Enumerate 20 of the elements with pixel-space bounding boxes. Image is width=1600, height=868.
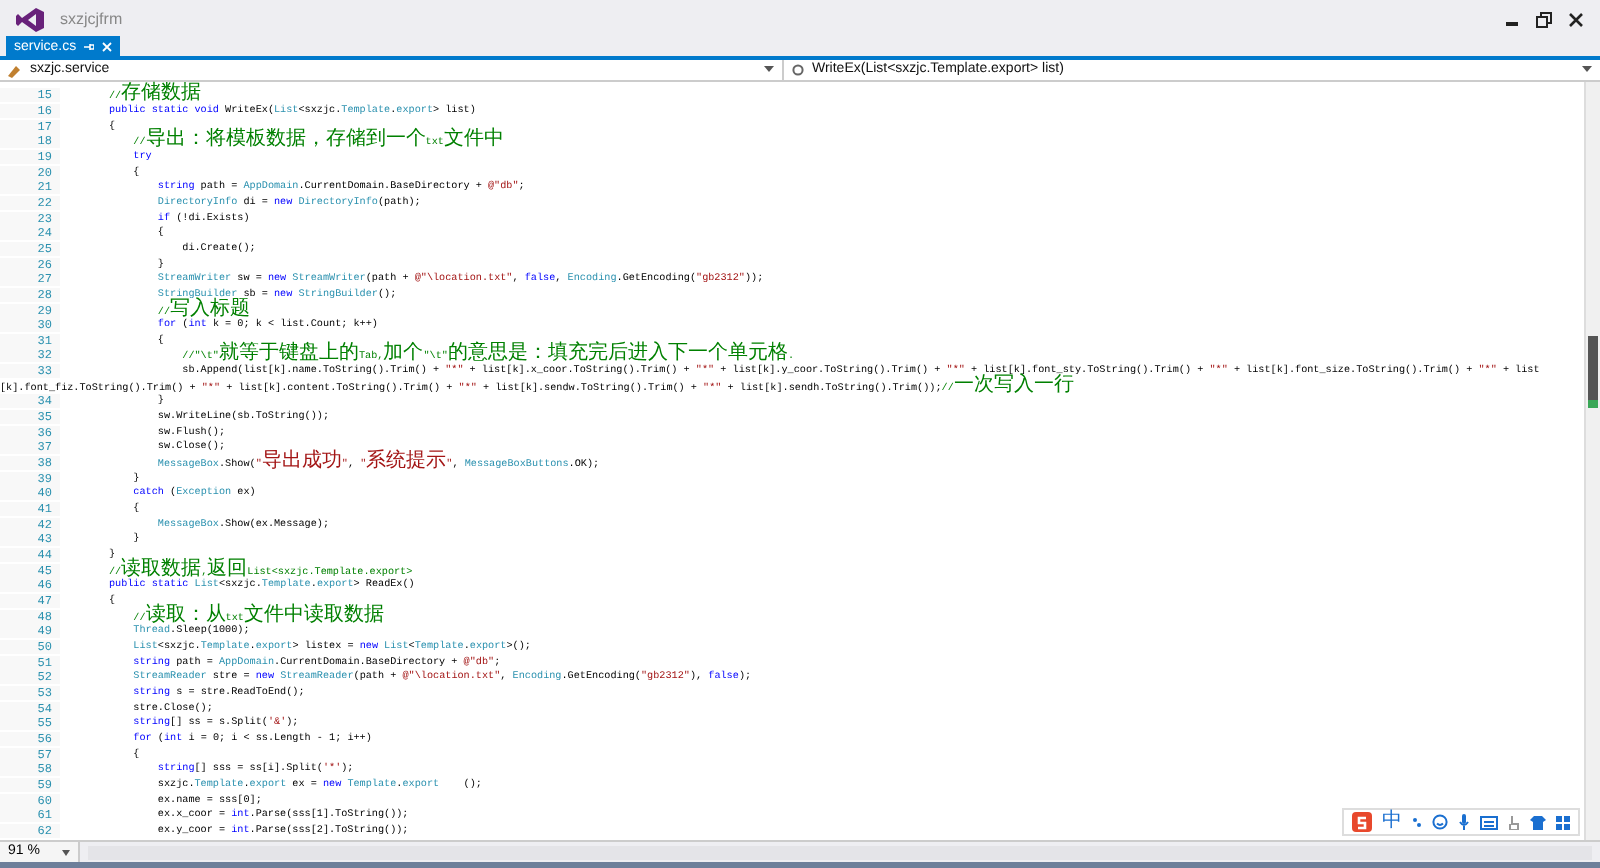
keyboard-icon[interactable] [1480,815,1498,829]
restore-icon[interactable] [1536,12,1552,28]
close-icon[interactable] [1568,12,1584,28]
punctuation-icon[interactable] [1412,815,1422,829]
method-icon [792,64,804,76]
smiley-icon[interactable] [1432,814,1448,830]
scrollbar-thumb[interactable] [1588,336,1598,408]
caret-icon [764,66,774,74]
horizontal-scrollbar[interactable] [88,845,1592,859]
window-title: sxzjcjfrm [60,8,123,32]
pin-icon[interactable] [84,41,95,51]
shirt-icon[interactable] [1530,815,1546,829]
caret-icon [1582,66,1592,74]
microphone-icon[interactable] [1458,814,1470,830]
app-logo-icon [16,8,44,32]
caret-icon [62,849,70,855]
grid-icon[interactable] [1556,815,1570,829]
ime-logo-icon[interactable] [1352,812,1372,832]
vertical-scrollbar[interactable] [1584,82,1600,840]
input-mode[interactable]: 中 [1382,812,1402,832]
